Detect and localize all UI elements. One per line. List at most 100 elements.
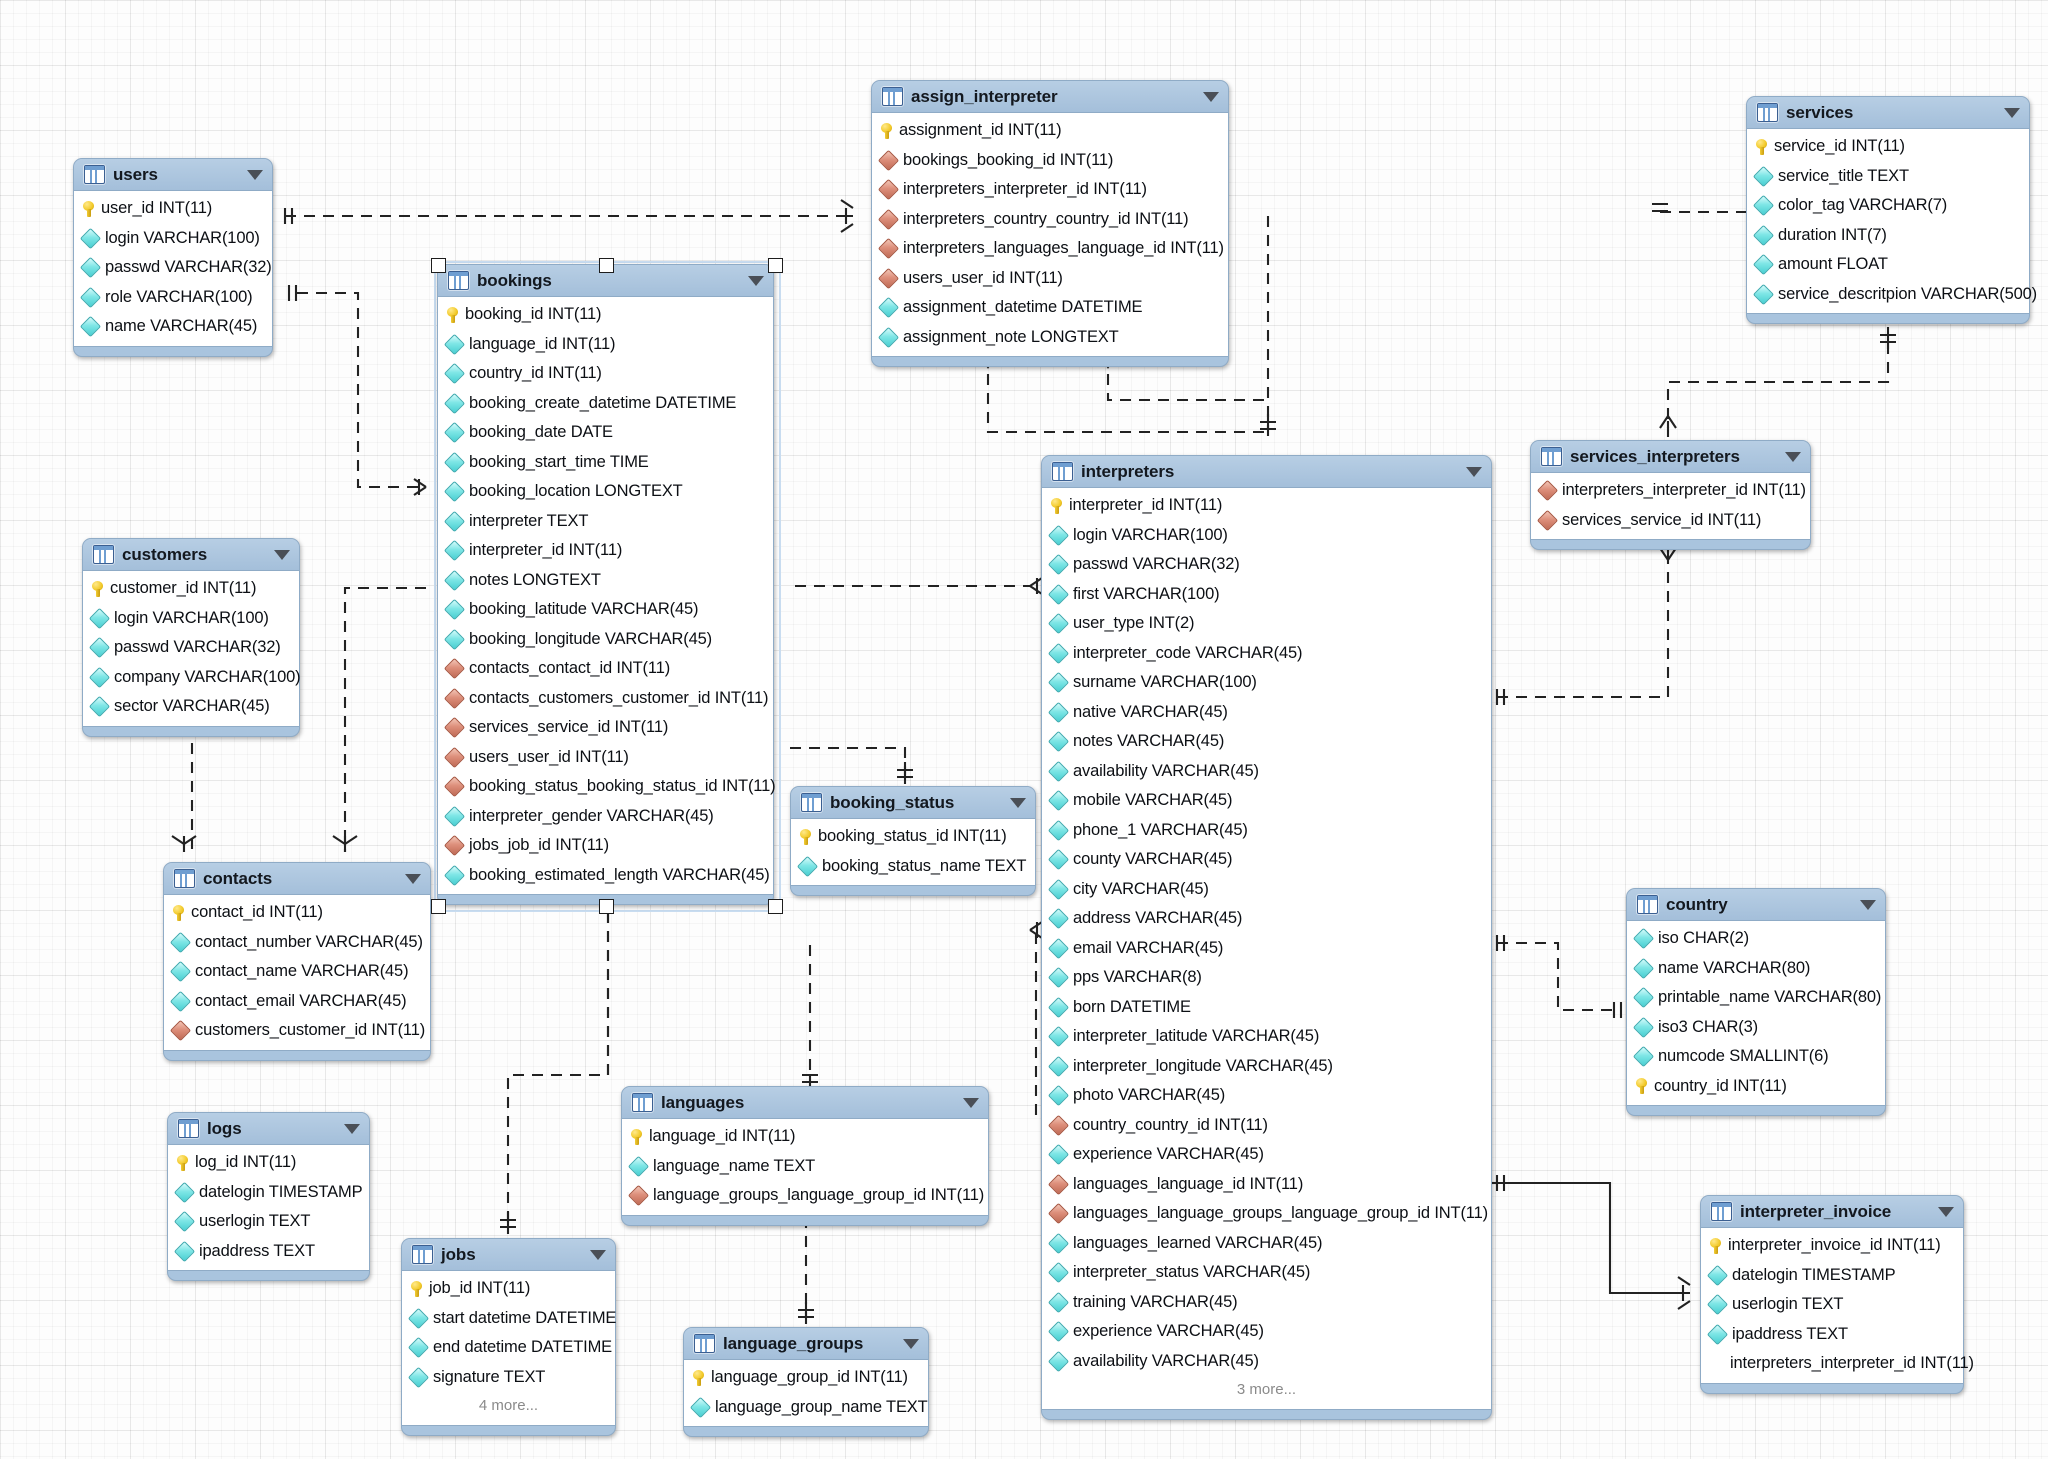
column-row[interactable]: interpreters_country_country_id INT(11) (872, 205, 1228, 235)
column-row[interactable]: languages_language_id INT(11) (1042, 1170, 1491, 1200)
column-row[interactable]: passwd VARCHAR(32) (1042, 550, 1491, 580)
column-row[interactable]: name VARCHAR(80) (1627, 954, 1885, 984)
column-row[interactable]: language_groups_language_group_id INT(11… (622, 1181, 988, 1211)
chevron-down-icon[interactable] (1203, 91, 1219, 102)
column-row[interactable]: datelogin TIMESTAMP (168, 1178, 369, 1208)
column-row[interactable]: native VARCHAR(45) (1042, 698, 1491, 728)
table-header-customers[interactable]: customers (83, 539, 299, 570)
chevron-down-icon[interactable] (344, 1123, 360, 1134)
table-node-interpreters[interactable]: interpreters interpreter_id INT(11) login … (1041, 455, 1492, 1420)
column-row[interactable]: assignment_note LONGTEXT (872, 323, 1228, 353)
table-node-customers[interactable]: customers customer_id INT(11) login VARCHA… (82, 538, 301, 737)
table-node-services_interpreters[interactable]: services_interpreters interpreters_interp… (1530, 440, 1811, 550)
column-row[interactable]: ipaddress TEXT (168, 1237, 369, 1267)
column-row[interactable]: role VARCHAR(100) (74, 283, 272, 313)
column-row[interactable]: passwd VARCHAR(32) (83, 633, 299, 663)
selection-handle[interactable] (599, 898, 614, 914)
column-row[interactable]: interpreter TEXT (438, 507, 773, 537)
column-row[interactable]: user_type INT(2) (1042, 609, 1491, 639)
column-row[interactable]: datelogin TIMESTAMP (1701, 1261, 1963, 1291)
column-row[interactable]: country_country_id INT(11) (1042, 1111, 1491, 1141)
column-row[interactable]: booking_estimated_length VARCHAR(45) (438, 861, 773, 891)
column-row[interactable]: job_id INT(11) (402, 1274, 615, 1304)
column-row[interactable]: userlogin TEXT (1701, 1290, 1963, 1320)
column-row[interactable]: sector VARCHAR(45) (83, 692, 299, 722)
column-row[interactable]: contact_id INT(11) (164, 898, 430, 928)
chevron-down-icon[interactable] (1466, 466, 1482, 477)
column-row[interactable]: experience VARCHAR(45) (1042, 1140, 1491, 1170)
table-node-booking_status[interactable]: booking_status booking_status_id INT(11) b… (790, 786, 1036, 896)
column-row[interactable]: duration INT(7) (1747, 221, 2029, 251)
column-row[interactable]: booking_id INT(11) (438, 300, 773, 330)
column-row[interactable]: city VARCHAR(45) (1042, 875, 1491, 905)
column-row[interactable]: contacts_customers_customer_id INT(11) (438, 684, 773, 714)
table-header-assign_interpreter[interactable]: assign_interpreter (872, 81, 1228, 112)
column-row[interactable]: jobs_job_id INT(11) (438, 831, 773, 861)
column-row[interactable]: language_id INT(11) (622, 1122, 988, 1152)
chevron-down-icon[interactable] (1785, 451, 1801, 462)
column-row[interactable]: users_user_id INT(11) (872, 264, 1228, 294)
column-row[interactable]: notes LONGTEXT (438, 566, 773, 596)
table-header-services[interactable]: services (1747, 97, 2029, 128)
column-row[interactable]: login VARCHAR(100) (83, 604, 299, 634)
column-row[interactable]: phone_1 VARCHAR(45) (1042, 816, 1491, 846)
table-header-booking_status[interactable]: booking_status (791, 787, 1035, 818)
column-row[interactable]: country_id INT(11) (1627, 1072, 1885, 1102)
table-node-country[interactable]: country iso CHAR(2) name VARCHAR(80) printa… (1626, 888, 1886, 1116)
more-columns-label[interactable]: 3 more... (1042, 1376, 1491, 1405)
table-node-contacts[interactable]: contacts contact_id INT(11) contact_number… (163, 862, 431, 1061)
column-row[interactable]: interpreter_status VARCHAR(45) (1042, 1258, 1491, 1288)
column-row[interactable]: userlogin TEXT (168, 1207, 369, 1237)
table-node-users[interactable]: users user_id INT(11) login VARCHAR(100) pa… (73, 158, 273, 357)
column-row[interactable]: contact_name VARCHAR(45) (164, 957, 430, 987)
column-row[interactable]: first VARCHAR(100) (1042, 580, 1491, 610)
column-row[interactable]: amount FLOAT (1747, 250, 2029, 280)
column-row[interactable]: address VARCHAR(45) (1042, 904, 1491, 934)
table-header-users[interactable]: users (74, 159, 272, 190)
column-row[interactable]: email VARCHAR(45) (1042, 934, 1491, 964)
table-node-services[interactable]: services service_id INT(11) service_title … (1746, 96, 2037, 324)
column-row[interactable]: customers_customer_id INT(11) (164, 1016, 430, 1046)
column-row[interactable]: photo VARCHAR(45) (1042, 1081, 1491, 1111)
column-row[interactable]: start datetime DATETIME (402, 1304, 616, 1334)
table-header-logs[interactable]: logs (168, 1113, 369, 1144)
chevron-down-icon[interactable] (1860, 899, 1876, 910)
column-row[interactable]: training VARCHAR(45) (1042, 1288, 1491, 1318)
column-row[interactable]: bookings_booking_id INT(11) (872, 146, 1228, 176)
table-node-bookings[interactable]: bookings booking_id INT(11) language_id IN… (437, 264, 776, 905)
diagram-canvas[interactable]: users user_id INT(11) login VARCHAR(100) pa… (0, 0, 2048, 1459)
selection-handle[interactable] (430, 257, 446, 273)
chevron-down-icon[interactable] (748, 275, 764, 286)
table-node-languages[interactable]: languages language_id INT(11) language_nam… (621, 1086, 989, 1226)
more-columns-label[interactable]: 4 more... (402, 1392, 615, 1421)
column-row[interactable]: language_id INT(11) (438, 330, 773, 360)
column-row[interactable]: notes VARCHAR(45) (1042, 727, 1491, 757)
table-header-language_groups[interactable]: language_groups (684, 1328, 928, 1359)
column-row[interactable]: user_id INT(11) (74, 194, 272, 224)
column-row[interactable]: customer_id INT(11) (83, 574, 299, 604)
column-row[interactable]: login VARCHAR(100) (74, 224, 272, 254)
column-row[interactable]: iso3 CHAR(3) (1627, 1013, 1885, 1043)
column-row[interactable]: assignment_id INT(11) (872, 116, 1228, 146)
column-row[interactable]: log_id INT(11) (168, 1148, 369, 1178)
column-row[interactable]: availability VARCHAR(45) (1042, 1347, 1491, 1377)
column-row[interactable]: contact_email VARCHAR(45) (164, 987, 430, 1017)
column-row[interactable]: login VARCHAR(100) (1042, 521, 1491, 551)
column-row[interactable]: company VARCHAR(100) (83, 663, 301, 693)
chevron-down-icon[interactable] (903, 1338, 919, 1349)
selection-handle[interactable] (430, 898, 446, 914)
column-row[interactable]: pps VARCHAR(8) (1042, 963, 1491, 993)
table-node-language_groups[interactable]: language_groups language_group_id INT(11)… (683, 1327, 929, 1437)
column-row[interactable]: booking_create_datetime DATETIME (438, 389, 773, 419)
selection-handle[interactable] (767, 257, 783, 273)
column-row[interactable]: country_id INT(11) (438, 359, 773, 389)
column-row[interactable]: services_service_id INT(11) (438, 713, 773, 743)
column-row[interactable]: users_user_id INT(11) (438, 743, 773, 773)
column-row[interactable]: iso CHAR(2) (1627, 924, 1885, 954)
column-row[interactable]: language_group_name TEXT (684, 1393, 928, 1423)
table-header-jobs[interactable]: jobs (402, 1239, 615, 1270)
column-row[interactable]: interpreter_gender VARCHAR(45) (438, 802, 773, 832)
column-row[interactable]: contacts_contact_id INT(11) (438, 654, 773, 684)
column-row[interactable]: signature TEXT (402, 1363, 615, 1393)
chevron-down-icon[interactable] (590, 1249, 606, 1260)
